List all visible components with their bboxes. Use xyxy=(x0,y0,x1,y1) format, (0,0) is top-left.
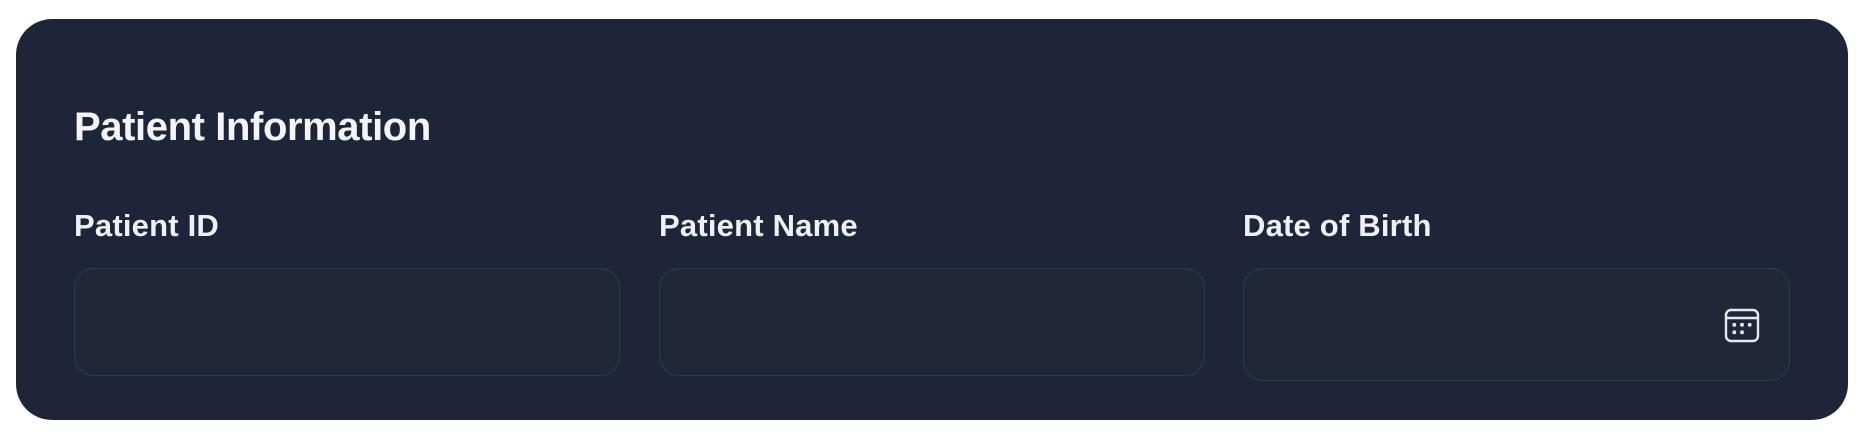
patient-name-label: Patient Name xyxy=(659,208,858,243)
date-of-birth-field[interactable] xyxy=(1243,268,1790,381)
patient-id-label: Patient ID xyxy=(74,208,219,243)
date-of-birth-label: Date of Birth xyxy=(1243,208,1432,243)
patient-name-input[interactable] xyxy=(659,268,1205,376)
date-of-birth-input[interactable] xyxy=(1244,269,1704,380)
section-title: Patient Information xyxy=(74,105,431,149)
calendar-icon[interactable] xyxy=(1722,305,1762,345)
patient-information-card: Patient Information Patient ID Patient N… xyxy=(16,19,1848,420)
patient-id-input[interactable] xyxy=(74,268,620,376)
